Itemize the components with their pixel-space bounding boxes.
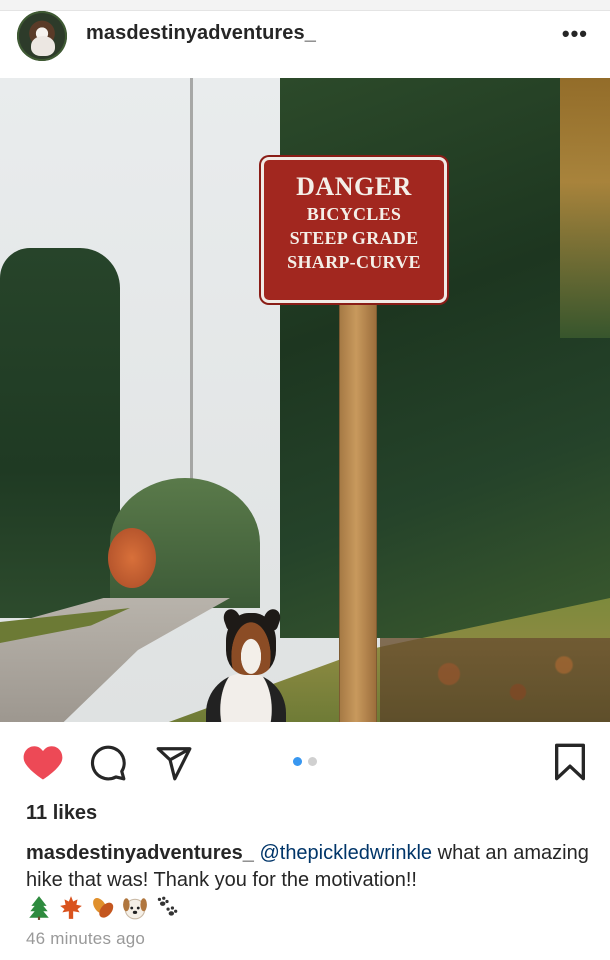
dog-body (206, 673, 286, 722)
post-photo[interactable]: DANGER BICYCLES STEEP GRADE SHARP-CURVE (0, 78, 610, 722)
caption-username[interactable]: masdestinyadventures_ (26, 842, 254, 864)
sign-line: STEEP GRADE (289, 228, 419, 248)
caption-mention[interactable]: @thepickledwrinkle (259, 842, 432, 864)
dog-face-emoji-icon (122, 895, 150, 921)
paw-prints-emoji-icon (154, 895, 182, 921)
leaf-litter (380, 638, 610, 722)
post-header: masdestinyadventures_ ••• (0, 11, 610, 77)
send-icon[interactable] (154, 744, 194, 787)
likes-count[interactable]: 11 likes (26, 802, 97, 825)
maple-leaf-emoji-icon (58, 895, 86, 921)
sign-line: BICYCLES (306, 204, 402, 224)
sign-line: SHARP-CURVE (287, 252, 421, 272)
caption-emojis (26, 895, 596, 921)
forest-left (0, 248, 120, 618)
status-bar-divider (0, 0, 610, 11)
action-bar (0, 722, 610, 802)
comment-icon[interactable] (88, 744, 128, 787)
danger-sign: DANGER BICYCLES STEEP GRADE SHARP-CURVE (261, 157, 447, 303)
autumn-foliage (560, 78, 610, 338)
avatar[interactable] (17, 11, 67, 61)
post-timestamp: 46 minutes ago (26, 929, 146, 948)
autumn-tree (108, 528, 156, 588)
post-username[interactable]: masdestinyadventures_ (86, 22, 316, 45)
post-caption: masdestinyadventures_ @thepickledwrinkle… (26, 840, 596, 921)
more-options-icon[interactable]: ••• (562, 21, 588, 47)
sign-post (339, 288, 377, 722)
dog (196, 606, 296, 722)
dog-head (226, 613, 276, 675)
heart-icon[interactable] (22, 742, 64, 787)
carousel-dot-active (293, 757, 302, 766)
carousel-dot (308, 757, 317, 766)
sign-line: DANGER (296, 172, 412, 201)
carousel-indicator (293, 757, 317, 766)
fallen-leaf-emoji-icon (90, 895, 118, 921)
bookmark-icon[interactable] (552, 742, 588, 787)
evergreen-tree-emoji-icon (26, 895, 54, 921)
